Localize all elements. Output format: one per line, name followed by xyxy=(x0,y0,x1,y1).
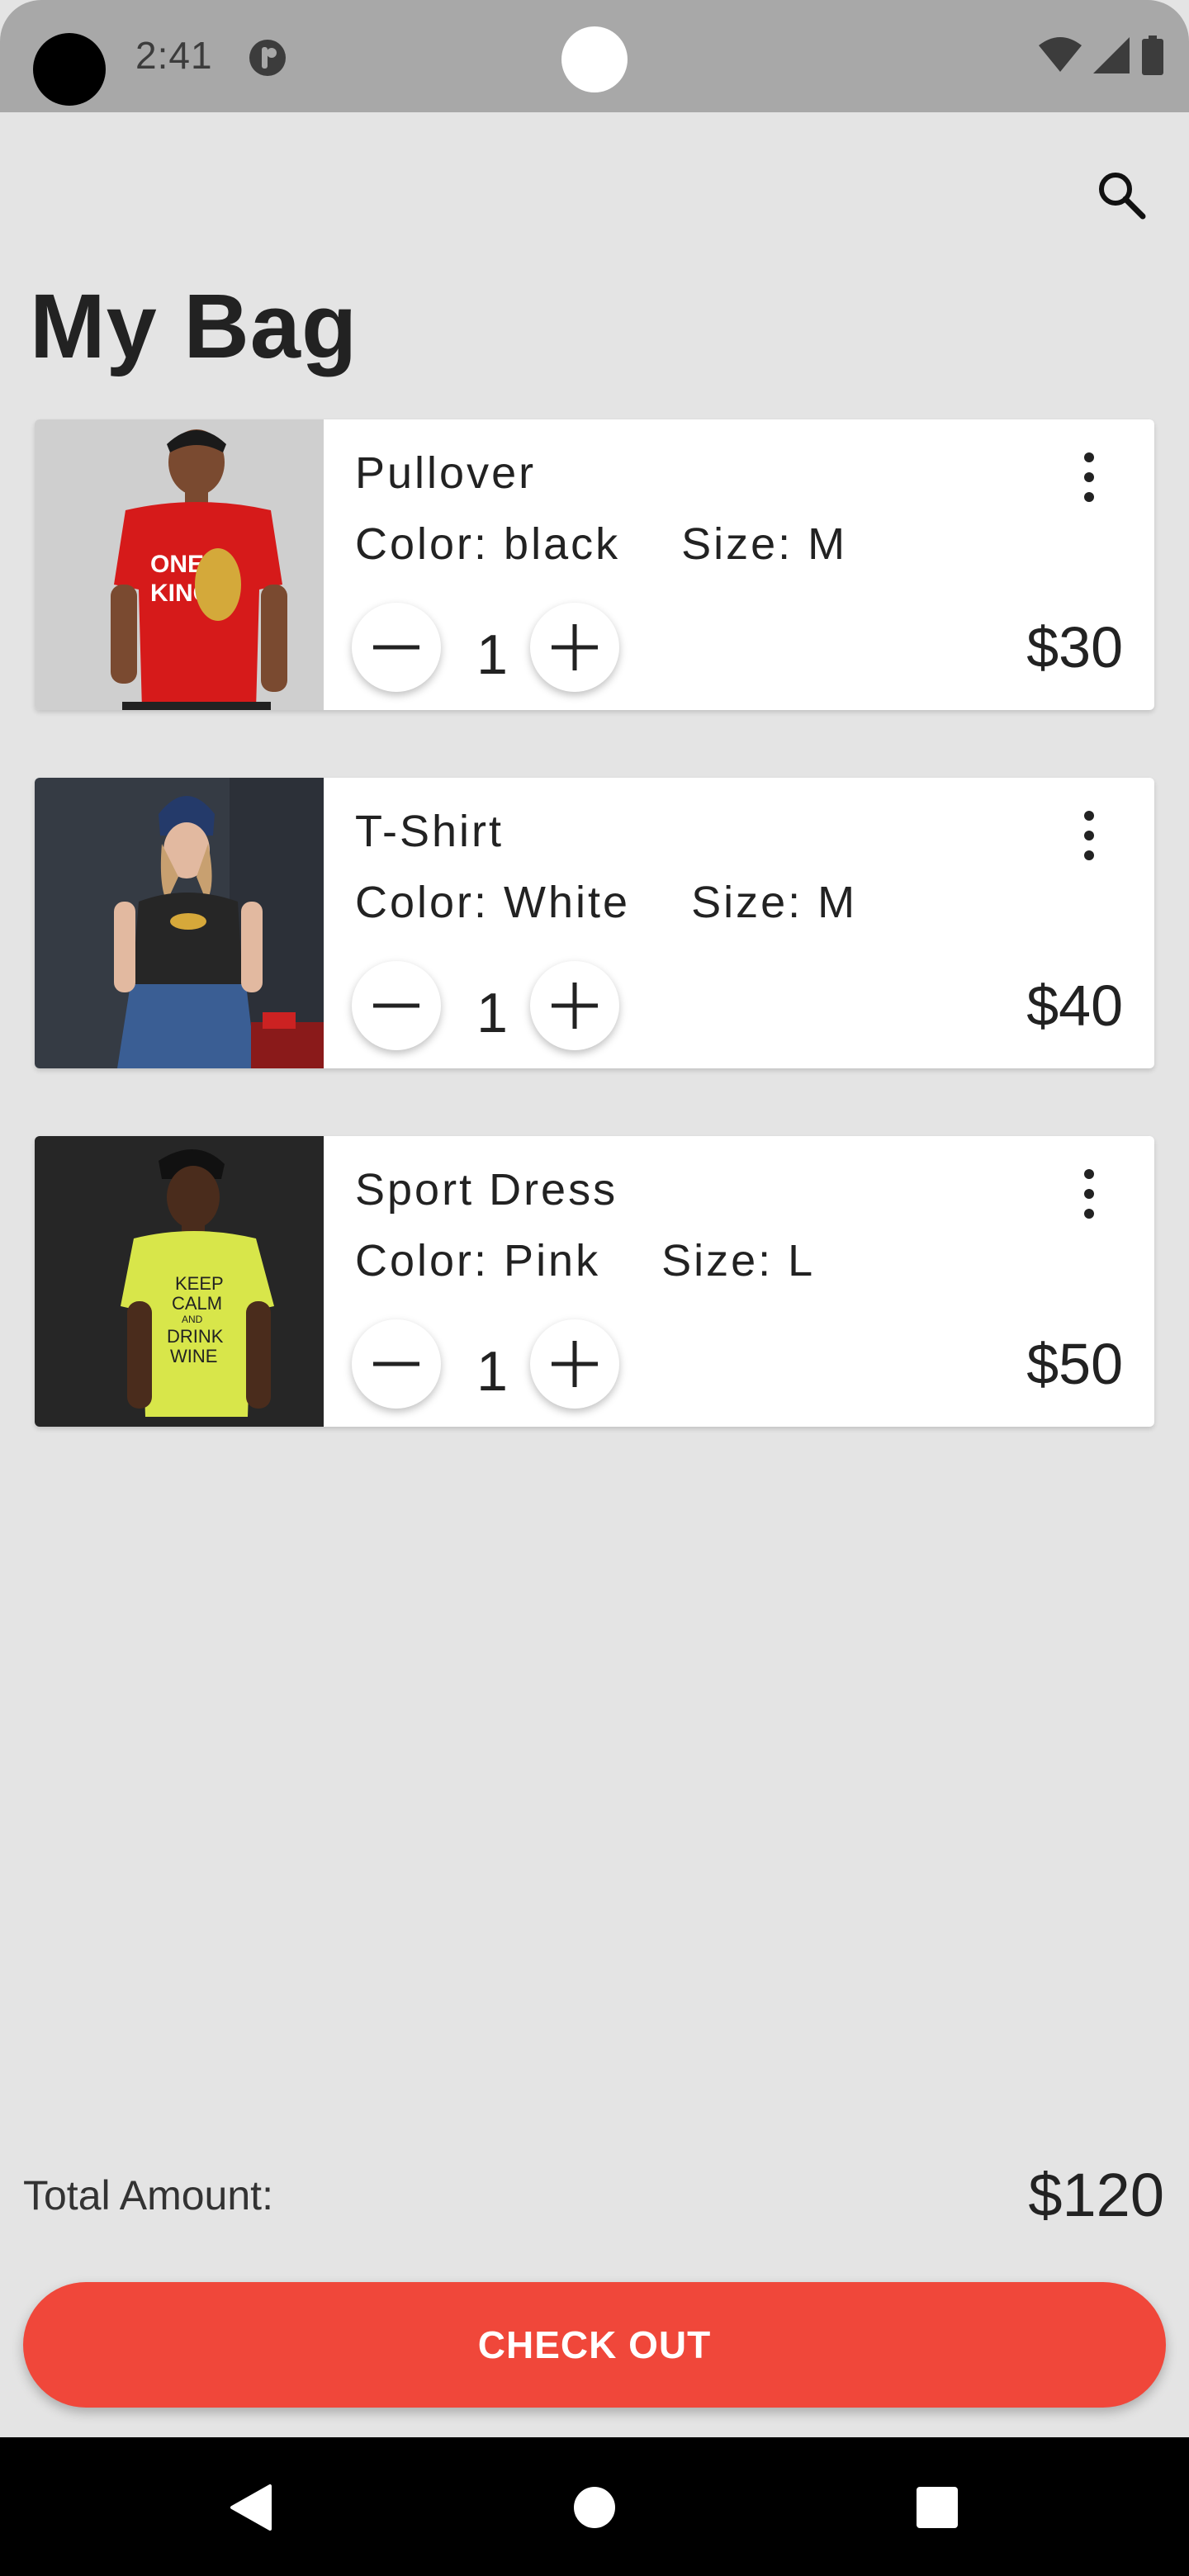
search-icon xyxy=(1099,173,1146,220)
wifi-icon xyxy=(1039,37,1082,72)
recents-square-icon xyxy=(917,2487,958,2528)
status-time: 2:41 xyxy=(135,34,213,77)
svg-text:AND: AND xyxy=(182,1314,203,1325)
cart-item[interactable]: KEEP CALM AND DRINK WINE Sport Dress Col… xyxy=(35,1136,1154,1427)
product-price: $30 xyxy=(1026,615,1123,680)
product-price: $40 xyxy=(1026,973,1123,1038)
back-triangle-icon xyxy=(230,2484,272,2531)
status-icons xyxy=(1039,35,1164,76)
product-image: KEEP CALM AND DRINK WINE xyxy=(35,1136,324,1427)
plus-icon xyxy=(552,983,598,1029)
product-size: Size: L xyxy=(661,1236,816,1286)
nav-home-button[interactable] xyxy=(557,2470,632,2545)
product-image: ONE KING xyxy=(35,419,324,710)
signal-icon xyxy=(1093,37,1130,73)
plus-icon xyxy=(552,624,598,670)
svg-text:DRINK: DRINK xyxy=(167,1326,224,1347)
nav-recents-button[interactable] xyxy=(900,2470,974,2545)
svg-text:WINE: WINE xyxy=(170,1346,217,1366)
product-name: Pullover xyxy=(355,448,537,498)
minus-icon xyxy=(373,1361,419,1366)
product-image xyxy=(35,778,324,1068)
product-name: Sport Dress xyxy=(355,1165,618,1215)
home-circle-icon xyxy=(574,2487,615,2528)
increase-quantity-button[interactable] xyxy=(530,1319,619,1409)
product-color: Color: White xyxy=(355,878,631,927)
minus-icon xyxy=(373,1003,419,1008)
product-name: T-Shirt xyxy=(355,807,504,856)
product-price: $50 xyxy=(1026,1332,1123,1396)
search-button[interactable] xyxy=(1088,162,1154,228)
system-navigation-bar xyxy=(0,2437,1189,2576)
more-options-button[interactable] xyxy=(1077,811,1101,860)
battery-icon xyxy=(1142,36,1163,75)
cart-item[interactable]: ONE KING Pullover Color: black Size: M 1… xyxy=(35,419,1154,710)
total-amount-value: $120 xyxy=(1028,2161,1164,2229)
decrease-quantity-button[interactable] xyxy=(352,603,441,692)
app-notification-icon xyxy=(249,40,286,76)
checkout-button[interactable]: CHECK OUT xyxy=(23,2282,1166,2408)
status-bar: 2:41 xyxy=(0,0,1189,112)
product-color: Color: black xyxy=(355,519,621,569)
product-size: Size: M xyxy=(681,519,848,569)
minus-icon xyxy=(373,645,419,650)
nav-back-button[interactable] xyxy=(213,2470,287,2545)
total-amount-label: Total Amount: xyxy=(23,2172,273,2218)
quantity-value: 1 xyxy=(476,982,508,1044)
decrease-quantity-button[interactable] xyxy=(352,961,441,1050)
quantity-value: 1 xyxy=(476,623,508,686)
more-options-button[interactable] xyxy=(1077,452,1101,502)
page-title: My Bag xyxy=(30,276,358,377)
plus-icon xyxy=(552,1341,598,1387)
svg-text:CALM: CALM xyxy=(172,1293,222,1314)
more-vert-icon xyxy=(1084,452,1094,462)
product-size: Size: M xyxy=(691,878,858,927)
cart-item[interactable]: T-Shirt Color: White Size: M 1 $40 xyxy=(35,778,1154,1068)
quantity-value: 1 xyxy=(476,1340,508,1403)
product-color: Color: Pink xyxy=(355,1236,601,1286)
more-vert-icon xyxy=(1084,811,1094,821)
product-attributes: Color: White Size: M xyxy=(355,877,857,928)
increase-quantity-button[interactable] xyxy=(530,961,619,1050)
product-attributes: Color: black Size: M xyxy=(355,519,847,570)
decrease-quantity-button[interactable] xyxy=(352,1319,441,1409)
camera-cutout xyxy=(33,33,106,106)
more-vert-icon xyxy=(1084,1169,1094,1179)
front-camera xyxy=(561,26,628,92)
increase-quantity-button[interactable] xyxy=(530,603,619,692)
svg-text:KEEP: KEEP xyxy=(175,1273,224,1294)
product-attributes: Color: Pink Size: L xyxy=(355,1235,815,1286)
more-options-button[interactable] xyxy=(1077,1169,1101,1219)
